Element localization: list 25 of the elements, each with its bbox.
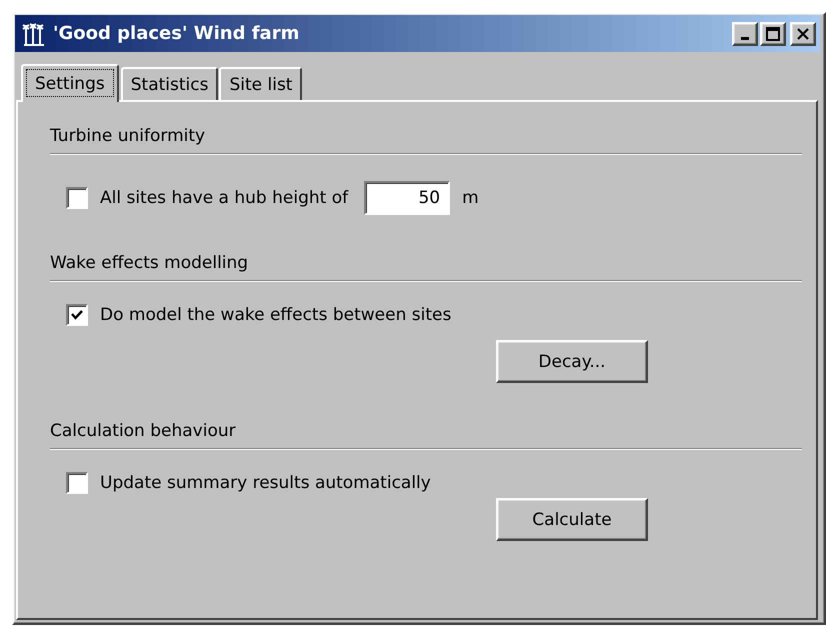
checkbox[interactable] (66, 187, 88, 209)
section-heading: Turbine uniformity (50, 125, 206, 148)
tab[interactable]: Settings (21, 64, 119, 102)
close-icon (796, 28, 810, 40)
section-heading: Calculation behaviour (50, 420, 237, 443)
checkbox-label[interactable]: Update summary results automatically (100, 473, 431, 493)
maximize-icon (766, 26, 780, 40)
hub-height-field[interactable]: 50 (364, 181, 450, 215)
checkbox[interactable] (66, 472, 88, 494)
window-title: 'Good places' Wind farm (53, 23, 300, 44)
maximize-button[interactable] (760, 22, 786, 46)
section-heading: Wake effects modelling (50, 252, 250, 275)
tab[interactable]: Site list (219, 67, 302, 100)
action-button[interactable]: Decay... (496, 340, 648, 383)
tab[interactable]: Statistics (120, 67, 218, 100)
unit-label: m (462, 188, 479, 208)
action-button[interactable]: Calculate (496, 498, 648, 541)
checkbox[interactable] (66, 304, 88, 326)
minimize-button[interactable] (732, 22, 758, 46)
close-button[interactable] (790, 22, 816, 46)
minimize-icon (741, 36, 749, 40)
check-mark-icon (70, 308, 84, 322)
checkbox-label[interactable]: All sites have a hub height of (100, 188, 348, 208)
wind-turbines-icon (21, 20, 47, 46)
checkbox-label[interactable]: Do model the wake effects between sites (100, 305, 452, 325)
